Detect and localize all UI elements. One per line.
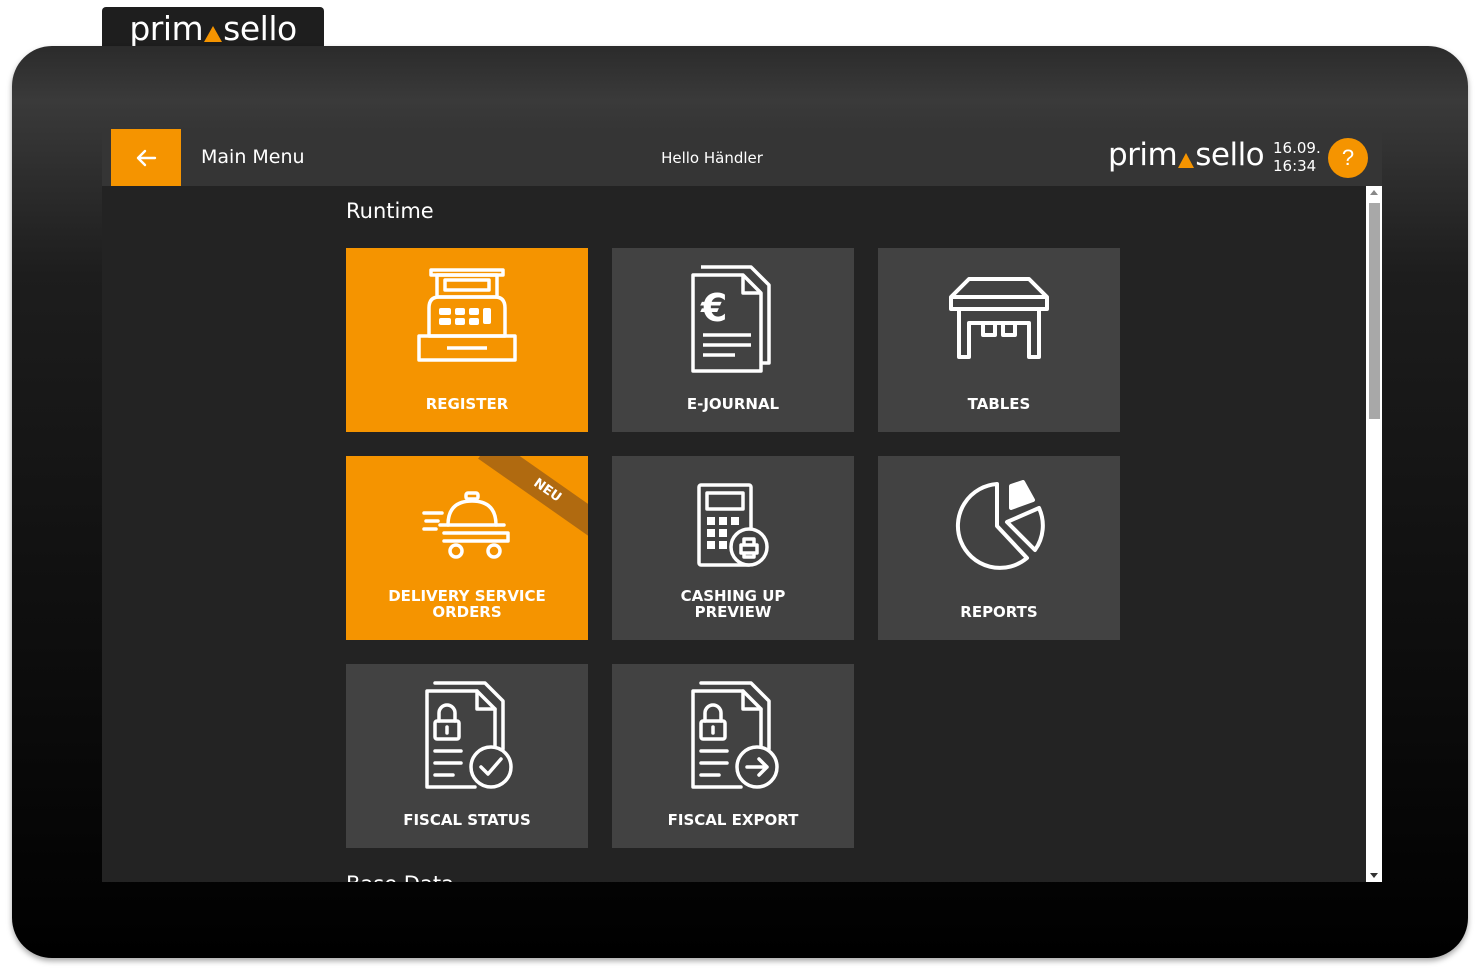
tile-cashing-up-preview[interactable]: CASHING UP PREVIEW	[612, 456, 854, 640]
tile-fiscal-status[interactable]: FISCAL STATUS	[346, 664, 588, 848]
fiscal-export-icon	[612, 664, 854, 804]
tile-reports[interactable]: REPORTS	[878, 456, 1120, 640]
tile-register[interactable]: REGISTER	[346, 248, 588, 432]
primasello-logo: prim sello	[129, 8, 297, 48]
tile-delivery-service-orders[interactable]: NEU DELIVERY SERVICE ORDERS	[346, 456, 588, 640]
app-screen: Main Menu Hello Händler prim sello 16.09.…	[102, 129, 1382, 882]
journal-euro-icon: €	[612, 248, 854, 388]
app-header: Main Menu Hello Händler prim sello 16.09.…	[102, 129, 1382, 186]
calculator-print-icon	[612, 456, 854, 596]
logo-text-left: prim	[1108, 137, 1178, 173]
scroll-up-arrow-icon[interactable]	[1370, 190, 1378, 195]
tile-label: CASHING UP PREVIEW	[612, 588, 854, 620]
tile-label: E-JOURNAL	[686, 395, 780, 413]
brand-tab: prim sello	[102, 7, 324, 49]
logo-text-right: sello	[1195, 137, 1265, 173]
pie-chart-icon	[878, 456, 1120, 596]
scroll-down-arrow-icon[interactable]	[1370, 873, 1378, 878]
logo-mark-icon	[1178, 153, 1195, 168]
tile-label-line2: PREVIEW	[694, 603, 772, 621]
fiscal-status-icon	[346, 664, 588, 804]
logo-text-right: sello	[223, 8, 297, 48]
delivery-cloche-icon	[346, 456, 588, 596]
tile-label-line1: DELIVERY SERVICE	[388, 587, 546, 605]
scroll-thumb[interactable]	[1369, 203, 1380, 419]
logo-text-left: prim	[129, 8, 204, 48]
logo-mark-icon	[204, 25, 223, 42]
tile-fiscal-export[interactable]: FISCAL EXPORT	[612, 664, 854, 848]
main-content: Runtime REGISTER € E-JOURNAL TABLES NEU …	[102, 186, 1366, 882]
table-icon	[878, 248, 1120, 388]
section-title-base-data: Base Data	[346, 872, 454, 882]
tile-label: FISCAL STATUS	[403, 811, 531, 829]
vertical-scrollbar[interactable]	[1366, 186, 1382, 882]
help-button[interactable]: ?	[1328, 138, 1368, 178]
cash-register-icon	[346, 248, 588, 388]
tile-label: DELIVERY SERVICE ORDERS	[346, 588, 588, 620]
tile-label-line2: ORDERS	[432, 603, 502, 621]
time-text: 16:34	[1273, 157, 1317, 175]
tile-label: REGISTER	[425, 395, 509, 413]
date-text: 16.09.	[1273, 139, 1321, 157]
header-logo: prim sello	[1108, 137, 1265, 173]
tile-label: FISCAL EXPORT	[667, 811, 799, 829]
svg-text:€: €	[700, 286, 727, 330]
tile-label-line1: CASHING UP	[680, 587, 786, 605]
section-title-runtime: Runtime	[346, 199, 434, 223]
tile-e-journal[interactable]: € E-JOURNAL	[612, 248, 854, 432]
tile-label: REPORTS	[960, 603, 1038, 621]
tile-label: TABLES	[967, 395, 1031, 413]
tile-tables[interactable]: TABLES	[878, 248, 1120, 432]
datetime: 16.09. 16:34	[1273, 139, 1321, 175]
